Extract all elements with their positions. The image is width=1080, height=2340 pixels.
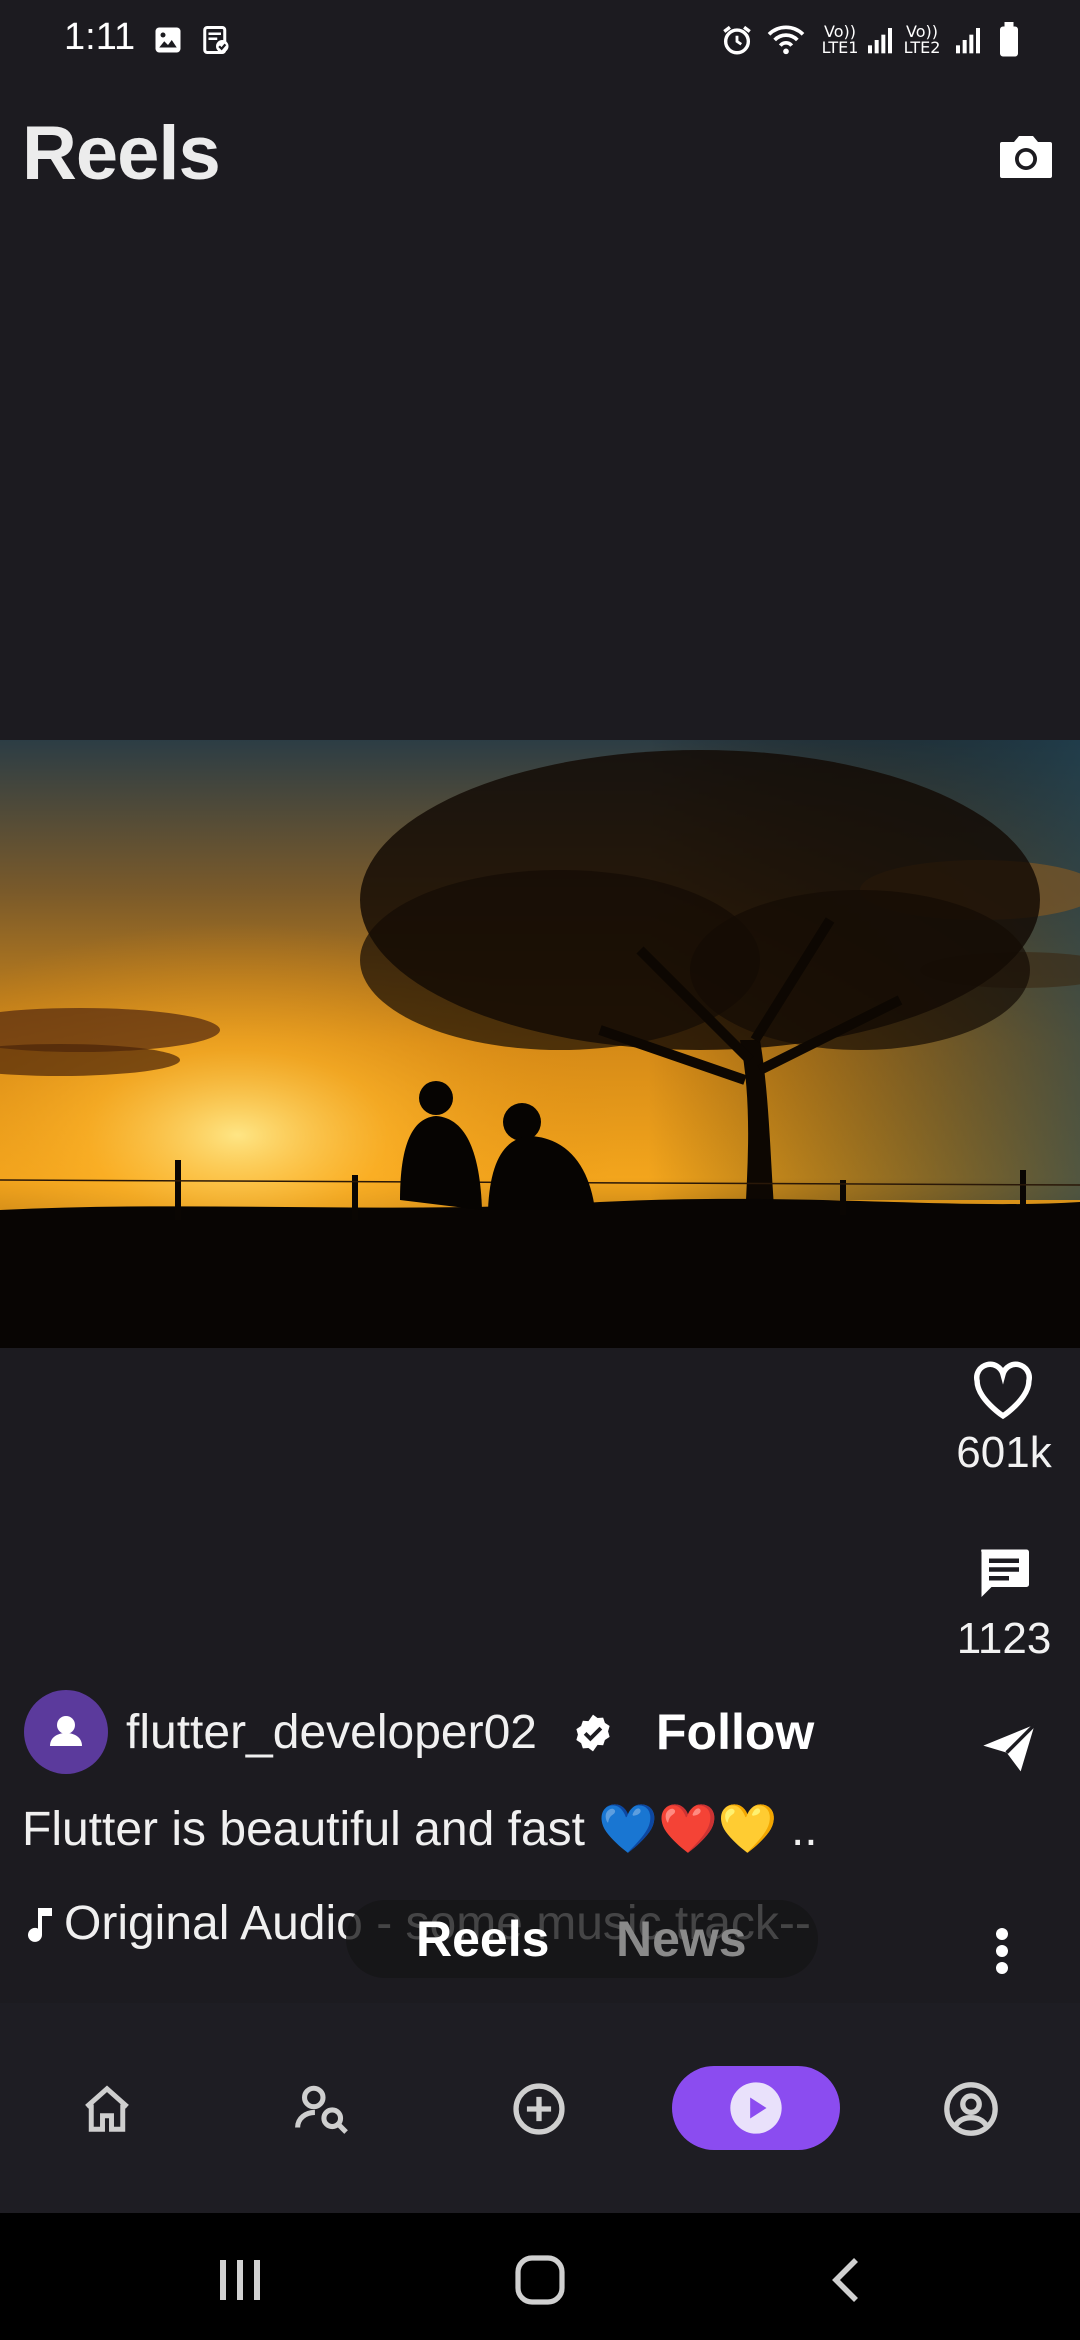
tab-reels[interactable]: Reels [416, 1910, 549, 1968]
like-count: 601k [956, 1428, 1052, 1477]
follow-button[interactable]: Follow [656, 1703, 814, 1761]
back-button-icon[interactable] [826, 2254, 866, 2306]
home-button-icon[interactable] [514, 2254, 566, 2306]
share-icon[interactable] [978, 1720, 1040, 1776]
lte1-indicator: Vo)) LTE1 [821, 22, 859, 57]
page-title: Reels [22, 111, 221, 196]
home-icon[interactable] [52, 2050, 162, 2168]
add-circle-icon[interactable] [484, 2050, 594, 2168]
signal-2-icon [950, 22, 986, 58]
username[interactable]: flutter_developer02 [126, 1705, 537, 1760]
feed-toggle: Reels News [346, 1900, 818, 1978]
like-icon[interactable] [970, 1360, 1036, 1420]
status-time: 1:11 [64, 16, 136, 58]
comment-count: 1123 [956, 1614, 1052, 1663]
comment-icon[interactable] [974, 1542, 1034, 1602]
verified-badge-icon [572, 1712, 614, 1754]
more-options-icon[interactable] [988, 1926, 1016, 1976]
status-bar: 1:11 Vo)) LTE1 Vo)) LTE2 [0, 0, 1080, 80]
tab-news[interactable]: News [616, 1910, 747, 1968]
wifi-icon [764, 22, 808, 58]
caption[interactable]: Flutter is beautiful and fast 💙❤️💛 .. [22, 1800, 818, 1857]
alarm-icon [718, 22, 756, 58]
search-user-icon[interactable] [268, 2050, 378, 2168]
recent-apps-icon[interactable] [214, 2256, 266, 2304]
camera-icon[interactable] [996, 128, 1056, 184]
gallery-notification-icon [150, 22, 186, 58]
signal-1-icon [862, 22, 898, 58]
lte2-indicator: Vo)) LTE2 [903, 22, 941, 57]
reel-video[interactable] [0, 740, 1080, 1348]
avatar[interactable] [24, 1690, 108, 1774]
reels-play-icon[interactable] [672, 2066, 840, 2150]
music-note-icon [28, 1904, 58, 1948]
task-notification-icon [198, 22, 234, 58]
battery-icon [994, 22, 1024, 58]
account-circle-icon[interactable] [916, 2050, 1026, 2168]
